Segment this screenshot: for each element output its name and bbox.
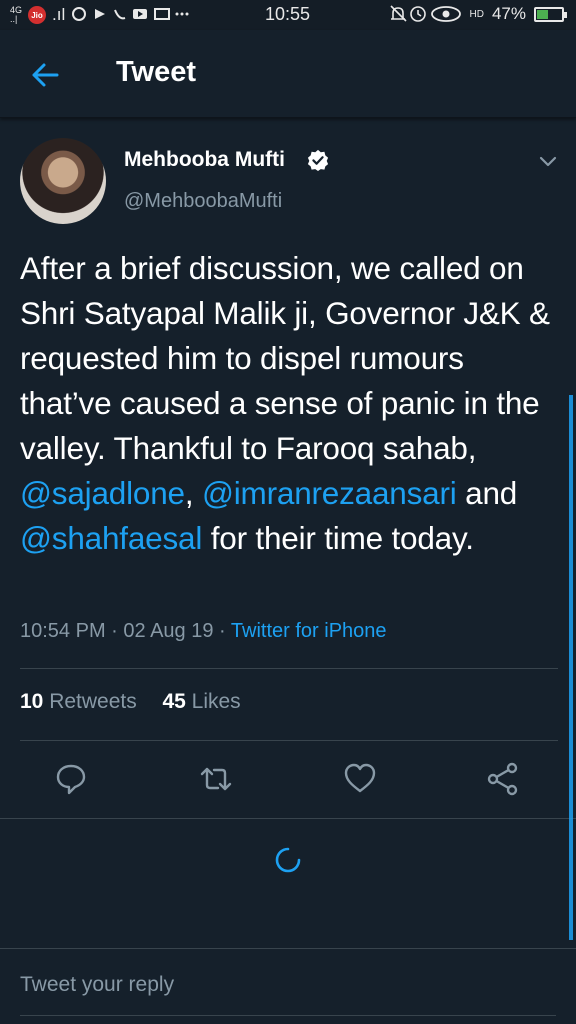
- tweet-text-part: ,: [184, 475, 194, 511]
- divider: [20, 668, 558, 669]
- tweet-text-part: for their time today.: [202, 520, 474, 556]
- status-bar-left: 4G ..| Jio .ıl: [10, 5, 191, 25]
- page-title: Tweet: [116, 56, 197, 88]
- status-bar-right: HD 47%: [389, 4, 567, 24]
- reply-bar: Tweet your reply: [0, 948, 576, 1024]
- likes-count: 45: [162, 690, 186, 713]
- reply-icon[interactable]: [54, 762, 88, 796]
- battery-icon: [534, 6, 567, 22]
- meta-separator: ·: [213, 620, 231, 642]
- likes-stat[interactable]: 45 Likes: [162, 690, 240, 713]
- retweets-label: Retweets: [49, 690, 137, 713]
- notification-icons: [71, 6, 191, 25]
- tweet-date: 02 Aug 19: [123, 620, 214, 642]
- retweet-icon[interactable]: [199, 762, 233, 796]
- network-bars: ..|: [10, 14, 18, 24]
- retweets-stat[interactable]: 10 Retweets: [20, 690, 137, 713]
- status-time: 10:55: [265, 4, 311, 24]
- mention-link-shahfaesal[interactable]: @shahfaesal: [20, 520, 202, 556]
- verified-badge-icon: [307, 149, 329, 171]
- heart-icon[interactable]: [343, 762, 377, 796]
- chevron-down-icon[interactable]: [536, 150, 560, 174]
- share-icon[interactable]: [486, 762, 520, 796]
- battery-percent: 47%: [491, 4, 526, 23]
- meta-separator: ·: [105, 620, 124, 642]
- tweet-time: 10:54 PM: [20, 620, 106, 642]
- jio-icon: Jio: [28, 6, 47, 24]
- top-app-bar: Tweet: [0, 30, 576, 118]
- scrollbar[interactable]: [569, 395, 573, 940]
- author-handle[interactable]: @MehboobaMufti: [124, 190, 282, 213]
- likes-label: Likes: [191, 690, 241, 713]
- tweet-detail-screen: 4G ..| Jio .ıl 10:55 HD 47% Tweet Mehboo…: [0, 0, 576, 1024]
- battery-fill: [537, 9, 549, 19]
- network-indicator: 4G ..|: [10, 6, 22, 24]
- avatar[interactable]: [20, 138, 106, 224]
- tweet-stats: 10 Retweets 45 Likes: [20, 690, 241, 714]
- divider: [0, 818, 576, 819]
- mention-link-sajadlone[interactable]: @sajadlone: [20, 475, 185, 511]
- notification-icons-group: [72, 6, 189, 21]
- retweets-count: 10: [20, 690, 44, 713]
- reply-input[interactable]: Tweet your reply: [20, 973, 174, 997]
- tweet-text-part: After a brief discussion, we called on S…: [20, 250, 550, 466]
- tweet-meta: 10:54 PM · 02 Aug 19 · Twitter for iPhon…: [20, 620, 387, 643]
- status-bar: 4G ..| Jio .ıl 10:55 HD 47%: [0, 0, 576, 30]
- author-name[interactable]: Mehbooba Mufti: [124, 148, 285, 172]
- tweet-text: After a brief discussion, we called on S…: [20, 246, 560, 561]
- tweet-text-part: and: [456, 475, 518, 511]
- status-right-icons: [389, 5, 461, 22]
- mention-link-imranrezaansari[interactable]: @imranrezaansari: [202, 475, 457, 511]
- hd-voice-indicator: HD: [469, 8, 484, 20]
- divider: [20, 740, 558, 741]
- loading-spinner-icon: [275, 847, 301, 873]
- back-arrow-icon[interactable]: [28, 58, 62, 92]
- signal-icon: .ıl: [52, 5, 66, 24]
- tweet-source-link[interactable]: Twitter for iPhone: [231, 620, 387, 642]
- reply-input-underline: [20, 1015, 556, 1016]
